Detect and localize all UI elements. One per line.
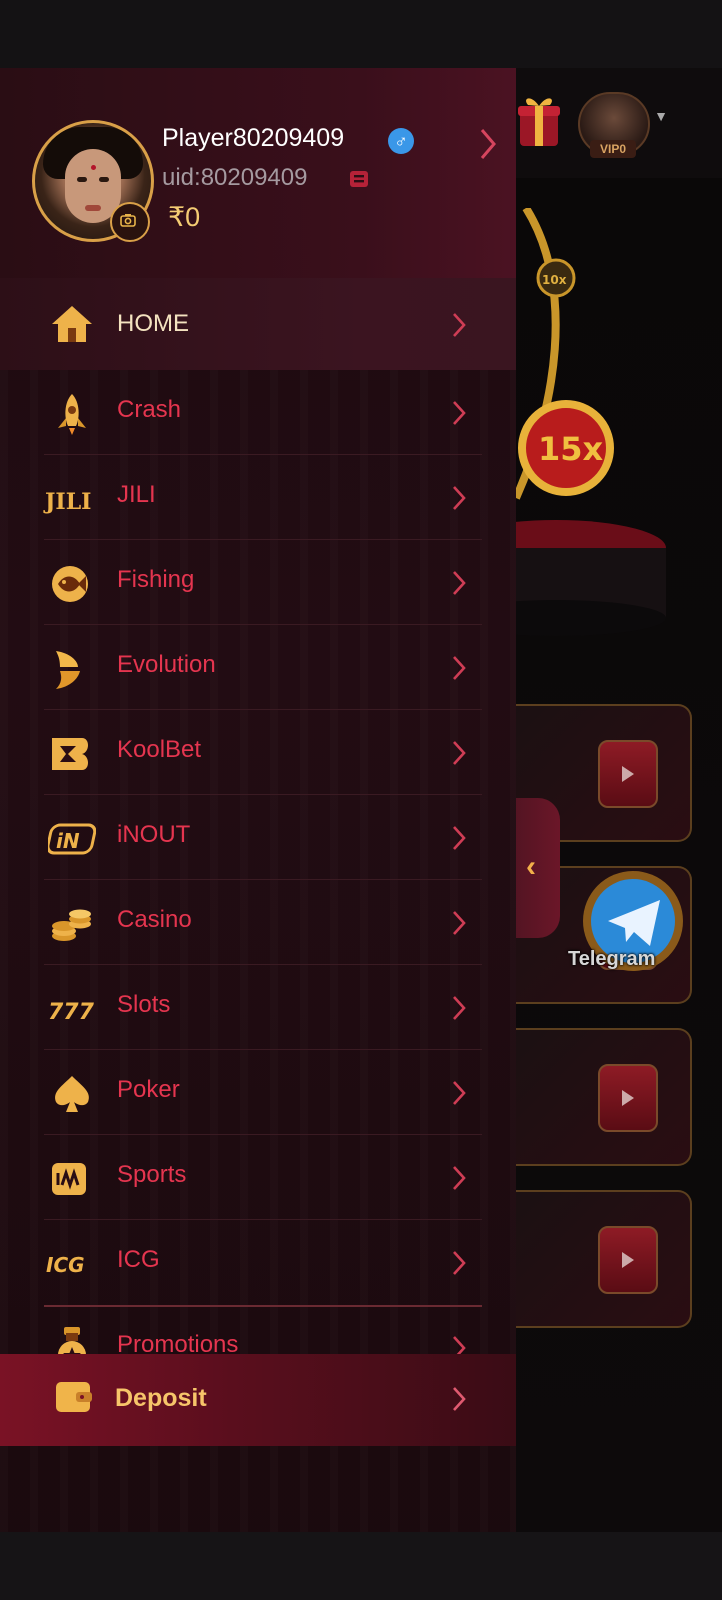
coins-icon (52, 909, 91, 941)
menu-label: KoolBet (117, 736, 202, 763)
play-button[interactable] (598, 740, 658, 808)
fish-icon (52, 566, 88, 602)
sports-icon (52, 1163, 86, 1195)
gift-icon[interactable] (516, 92, 562, 152)
inout-icon: iN (48, 823, 96, 855)
chevron-right-icon (453, 911, 466, 935)
menu-item-jili[interactable]: JILI JILI (0, 455, 516, 540)
evolution-icon (56, 651, 80, 689)
chevron-right-icon (453, 313, 466, 337)
balance: ₹0 (168, 202, 201, 232)
menu-label: Poker (117, 1076, 180, 1103)
chevron-right-icon (453, 1251, 466, 1275)
menu-item-koolbet[interactable]: KoolBet (0, 710, 516, 795)
menu-label: Deposit (115, 1384, 207, 1412)
menu-label: Slots (117, 991, 171, 1018)
telegram-label: Telegram (568, 948, 656, 970)
game-card[interactable] (516, 1190, 692, 1328)
menu-item-inout[interactable]: iN iNOUT (0, 795, 516, 880)
chevron-right-icon (453, 1387, 466, 1411)
koolbet-icon (52, 738, 88, 770)
chevron-right-icon (453, 656, 466, 680)
menu-item-icg[interactable]: ICG ICG (0, 1220, 516, 1305)
camera-icon[interactable] (110, 202, 150, 242)
menu-label: Fishing (117, 566, 195, 593)
svg-text:iN: iN (56, 829, 80, 853)
icg-icon: ICG (46, 1253, 85, 1277)
profile-header[interactable]: Player80209409 ♂ uid:80209409 ₹0 (0, 68, 516, 278)
menu-item-home[interactable]: HOME (0, 278, 516, 370)
jili-icon: JILI (43, 489, 91, 515)
chevron-right-icon (453, 401, 466, 425)
copy-icon[interactable] (348, 168, 370, 190)
menu-label: Evolution (117, 651, 216, 678)
vip-label: VIP0 (590, 140, 636, 158)
wallet-icon (56, 1382, 92, 1412)
home-icon (52, 306, 92, 342)
menu-item-deposit[interactable]: Deposit (0, 1354, 516, 1446)
chevron-right-icon (453, 1081, 466, 1105)
system-nav-bar (0, 1532, 722, 1600)
chevron-left-icon: ‹ (526, 850, 536, 883)
svg-text:777: 777 (48, 1000, 95, 1025)
menu-label: Sports (117, 1161, 187, 1188)
menu-item-poker[interactable]: Poker (0, 1050, 516, 1135)
menu-item-fishing[interactable]: Fishing (0, 540, 516, 625)
chevron-right-icon (453, 826, 466, 850)
side-drawer: Player80209409 ♂ uid:80209409 ₹0 HOME Cr… (0, 68, 516, 1532)
spade-icon (55, 1076, 89, 1112)
chevron-right-icon (453, 741, 466, 765)
chevron-right-icon (453, 1166, 466, 1190)
male-icon: ♂ (388, 128, 414, 154)
username: Player80209409 (162, 124, 345, 152)
stage-image (516, 520, 666, 636)
svg-text:15x: 15x (538, 430, 604, 468)
menu-label: HOME (117, 310, 189, 337)
chevron-down-icon[interactable]: ▼ (650, 108, 672, 136)
menu-list: HOME Crash JILI JILI Fishing Evolution K… (0, 278, 516, 1390)
chevron-right-icon (453, 996, 466, 1020)
slots-icon: 777 (48, 1000, 95, 1025)
chevron-right-icon[interactable] (476, 124, 500, 164)
menu-item-sports[interactable]: Sports (0, 1135, 516, 1220)
menu-item-crash[interactable]: Crash (0, 370, 516, 455)
chevron-right-icon (453, 486, 466, 510)
menu-label: iNOUT (117, 821, 191, 848)
multiplier-badge: 15x (518, 400, 614, 496)
status-bar (0, 0, 722, 68)
svg-text:JILI: JILI (43, 489, 91, 515)
menu-label: Casino (117, 906, 192, 933)
play-button[interactable] (598, 1226, 658, 1294)
rocket-icon (58, 394, 86, 435)
menu-item-casino[interactable]: Casino (0, 880, 516, 965)
play-button[interactable] (598, 1064, 658, 1132)
menu-label: JILI (117, 481, 156, 508)
svg-text:ICG: ICG (46, 1253, 85, 1277)
uid-text: uid:80209409 (162, 164, 308, 191)
svg-text:10x: 10x (542, 273, 567, 287)
chevron-right-icon (453, 571, 466, 595)
menu-item-evolution[interactable]: Evolution (0, 625, 516, 710)
menu-label: Crash (117, 396, 182, 423)
menu-label: ICG (117, 1246, 160, 1273)
game-card[interactable] (516, 1028, 692, 1166)
menu-item-slots[interactable]: 777 Slots (0, 965, 516, 1050)
